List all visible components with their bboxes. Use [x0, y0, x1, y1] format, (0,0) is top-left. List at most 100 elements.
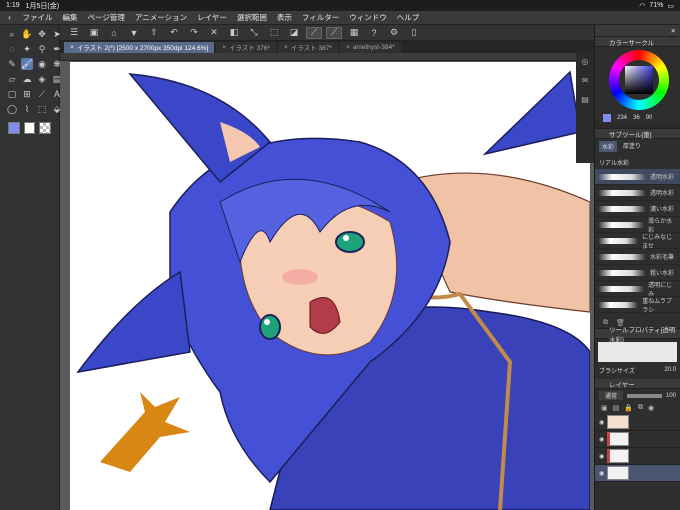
mail-icon[interactable]: ✉	[582, 76, 589, 85]
close-icon[interactable]: ×	[346, 44, 350, 51]
close-icon[interactable]: ×	[70, 44, 74, 51]
new-folder-icon[interactable]: ▤	[613, 404, 620, 412]
correct-line-icon[interactable]: ⌇	[21, 103, 33, 115]
menu-view[interactable]: 表示	[277, 12, 292, 23]
clear-icon[interactable]: ✕	[206, 27, 222, 39]
status-bar: 1:19 1月5日(金) ◠ 71% ▭	[0, 0, 680, 11]
blend-mode-select[interactable]: 通常	[599, 391, 624, 400]
eye-icon[interactable]: ◉	[599, 419, 604, 426]
hand-icon[interactable]: ✋	[21, 28, 33, 40]
brush-label: にじみなじませ	[642, 234, 673, 250]
duplicate-icon[interactable]: ⧉	[603, 319, 608, 327]
snap-special-ruler-icon[interactable]: ⟋	[326, 26, 342, 39]
fill-layer-icon[interactable]: ◧	[226, 27, 242, 39]
brush-item[interactable]: 水彩毛筆	[595, 249, 680, 265]
tab-doc-4[interactable]: × amethyst-384*	[339, 41, 401, 53]
opacity-value[interactable]: 100	[666, 393, 676, 399]
sub-color-swatch[interactable]	[23, 122, 36, 134]
layer-row[interactable]: ◉	[595, 431, 680, 448]
lock-icon[interactable]: 🔒	[624, 404, 633, 412]
opacity-slider[interactable]	[627, 393, 662, 398]
invert-selection-icon[interactable]: ◪	[286, 27, 302, 39]
transform-icon[interactable]: ⤡	[246, 27, 262, 39]
open-file-icon[interactable]: ⌂	[106, 27, 122, 39]
layer-row[interactable]: ◉	[595, 465, 680, 482]
eye-icon[interactable]: ◉	[599, 436, 604, 443]
eye-icon[interactable]: ◉	[599, 453, 604, 460]
tab-doc-3[interactable]: × イラスト 387*	[278, 41, 338, 53]
app-logo-icon[interactable]: ◐	[8, 13, 13, 22]
phone-icon[interactable]: ▯	[406, 27, 422, 39]
group-watercolor[interactable]: 水彩	[599, 141, 618, 152]
close-panel-icon[interactable]: ✕	[671, 27, 676, 35]
record-icon[interactable]: ◎	[582, 57, 589, 66]
new-layer-icon[interactable]: ▣	[601, 404, 608, 412]
lasso-icon[interactable]: ◌	[6, 43, 18, 55]
close-icon[interactable]: ×	[222, 44, 226, 51]
menu-selection[interactable]: 選択範囲	[237, 12, 267, 23]
undo-icon[interactable]: ↶	[166, 27, 182, 39]
layer-row[interactable]: ◉	[595, 414, 680, 431]
hue-value: 234	[617, 115, 628, 121]
airbrush-icon[interactable]: ◉	[36, 58, 48, 70]
menu-edit[interactable]: 編集	[63, 12, 78, 23]
brush-item[interactable]: 透明水彩	[595, 169, 680, 185]
menu-window[interactable]: ウィンドウ	[349, 12, 387, 23]
main-color-swatch[interactable]	[8, 122, 20, 134]
save-icon[interactable]: ▼	[126, 27, 142, 39]
layer-move-icon[interactable]: ⬚	[36, 103, 48, 115]
tab-doc-2[interactable]: × イラスト 376*	[216, 41, 277, 53]
deselect-icon[interactable]: ⬚	[266, 27, 282, 39]
color-wheel[interactable]	[595, 47, 680, 113]
tab-doc-1[interactable]: × イラスト 2(*) [2500 x 2700px 350dpi 124.6%]	[64, 41, 215, 53]
pencil-icon[interactable]: ✎	[6, 58, 18, 70]
export-icon[interactable]: ⇧	[146, 27, 162, 39]
eraser-icon[interactable]: ▱	[6, 73, 18, 85]
figure-icon[interactable]: ▢	[6, 88, 18, 100]
help-icon[interactable]: ?	[366, 27, 382, 39]
ruler-icon[interactable]: ⟋	[36, 88, 48, 100]
brush-size-value[interactable]: 20.0	[664, 367, 676, 373]
brush-size-row[interactable]: ブラシサイズ 20.0	[595, 365, 680, 375]
magic-wand-icon[interactable]: ✦	[21, 43, 33, 55]
group-thick-paint[interactable]: 厚塗り	[623, 141, 641, 152]
redo-icon[interactable]: ↷	[186, 27, 202, 39]
settings-icon[interactable]: ⚙	[386, 27, 402, 39]
eye-icon[interactable]: ◉	[599, 470, 604, 477]
menu-filter[interactable]: フィルター	[302, 12, 339, 23]
menu-page[interactable]: ページ管理	[88, 12, 125, 23]
menu-animation[interactable]: アニメーション	[135, 12, 187, 23]
brush-size-label: ブラシサイズ	[599, 368, 635, 375]
menu-help[interactable]: ヘルプ	[397, 12, 420, 23]
main-color-chip[interactable]	[603, 114, 611, 122]
command-bar: ☰ ▣ ⌂ ▼ ⇧ ↶ ↷ ✕ ◧ ⤡ ⬚ ◪ ⟋ ⟋ ▦ ? ⚙ ▯	[60, 25, 594, 41]
brush-item[interactable]: 透明水彩	[595, 185, 680, 201]
group-real-watercolor[interactable]: リアル水彩	[599, 158, 629, 167]
frame-icon[interactable]: ⊞	[21, 88, 33, 100]
layer-row[interactable]: ◉	[595, 448, 680, 465]
transparent-color-swatch[interactable]	[39, 122, 52, 134]
close-icon[interactable]: ×	[284, 44, 288, 51]
menu-layer[interactable]: レイヤー	[197, 12, 227, 23]
balloon-icon[interactable]: ◯	[6, 103, 18, 115]
drawing-canvas[interactable]	[70, 62, 590, 510]
snap-grid-icon[interactable]: ▦	[346, 27, 362, 39]
move-icon[interactable]: ✥	[36, 28, 48, 40]
tool-palette: ⌕ ✋ ✥ ➤ ◌ ✦ ⚲ ✒ ✎ 🖌 ◉ ❋ ▱ ☁ ◈ ▤ ▢ ⊞ ⟋ A …	[0, 25, 61, 510]
ref-icon[interactable]: ◉	[648, 404, 654, 412]
layers-icon[interactable]: ▤	[581, 95, 589, 104]
snap-ruler-icon[interactable]: ⟋	[306, 26, 322, 39]
zoom-icon[interactable]: ⌕	[6, 28, 18, 40]
brush-item[interactable]: 重ねムラブラシ	[595, 297, 680, 314]
document-tabs: × イラスト 2(*) [2500 x 2700px 350dpi 124.6%]…	[60, 41, 594, 53]
clip-icon[interactable]: ⧉	[638, 404, 643, 412]
subtool-groups: 水彩 厚塗り リアル水彩	[595, 139, 680, 169]
new-file-icon[interactable]: ▣	[86, 27, 102, 39]
eyedropper-icon[interactable]: ⚲	[36, 43, 48, 55]
blend-icon[interactable]: ☁	[21, 73, 33, 85]
menu-file[interactable]: ファイル	[23, 12, 53, 23]
brush-item[interactable]: にじみなじませ	[595, 233, 680, 250]
menu-toggle-icon[interactable]: ☰	[66, 27, 82, 39]
fill-icon[interactable]: ◈	[36, 73, 48, 85]
brush-icon[interactable]: 🖌	[21, 58, 33, 70]
